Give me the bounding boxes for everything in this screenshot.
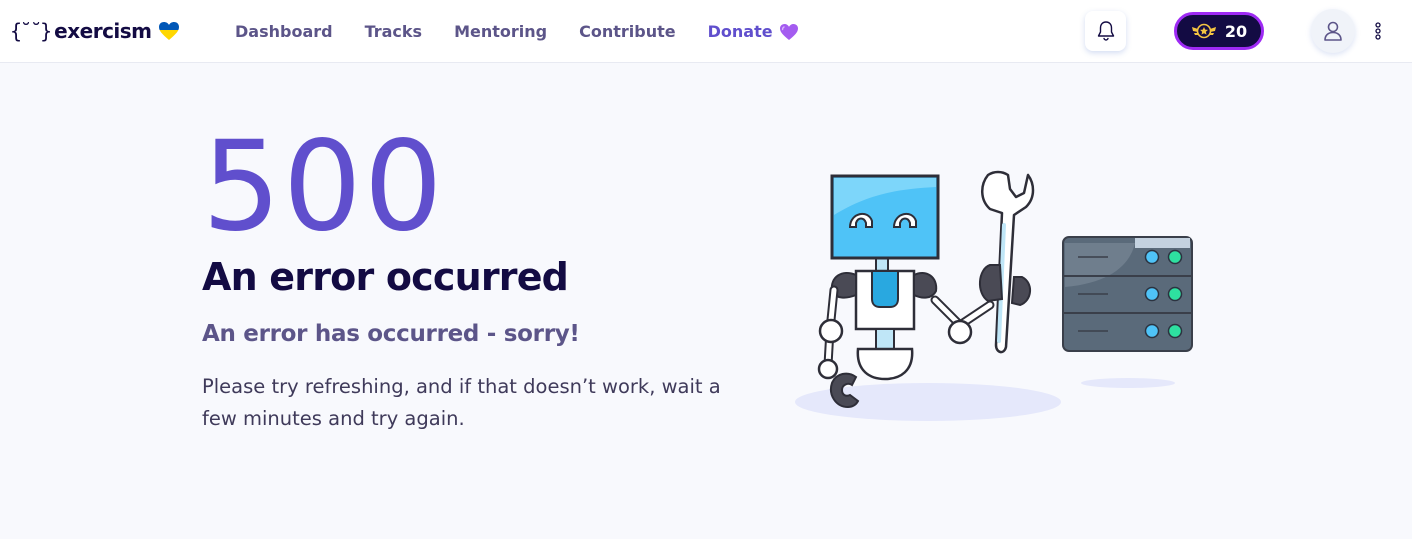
user-icon bbox=[1324, 21, 1342, 41]
error-content: 500 An error occurred An error has occur… bbox=[202, 118, 762, 435]
user-avatar-button[interactable] bbox=[1311, 9, 1355, 53]
server-shadow bbox=[1081, 378, 1175, 388]
robot-body bbox=[830, 256, 938, 381]
logo-wordmark: exercism bbox=[54, 19, 152, 43]
more-options-button[interactable] bbox=[1369, 20, 1387, 42]
error-code: 500 bbox=[202, 115, 445, 259]
nav-donate-label: Donate bbox=[707, 22, 773, 41]
error-message: Please try refreshing, and if that doesn… bbox=[202, 375, 721, 430]
ukraine-heart-icon bbox=[158, 22, 179, 40]
error-title: An error occurred bbox=[202, 255, 569, 299]
more-vertical-icon bbox=[1375, 22, 1381, 40]
nav-contribute[interactable]: Contribute bbox=[579, 22, 676, 41]
top-navigation-bar: {˘˘} exercism Dashboard Tracks Mentoring… bbox=[0, 0, 1412, 63]
server-rack-icon bbox=[1062, 236, 1193, 352]
purple-heart-icon bbox=[779, 23, 798, 40]
notifications-button[interactable] bbox=[1085, 11, 1126, 51]
main-nav: Dashboard Tracks Mentoring Contribute Do… bbox=[235, 0, 831, 63]
bell-icon bbox=[1097, 21, 1114, 41]
nav-donate[interactable]: Donate bbox=[708, 22, 799, 41]
logo-braces-icon: {˘˘} bbox=[10, 19, 52, 43]
nav-tracks[interactable]: Tracks bbox=[365, 22, 423, 41]
reputation-button[interactable]: 20 bbox=[1174, 12, 1264, 50]
nav-dashboard[interactable]: Dashboard bbox=[235, 22, 333, 41]
exercism-logo[interactable]: {˘˘} exercism bbox=[10, 14, 180, 48]
robot-head bbox=[830, 174, 940, 260]
nav-mentoring[interactable]: Mentoring bbox=[454, 22, 547, 41]
wrench-icon bbox=[981, 170, 1035, 354]
broken-robot-illustration bbox=[795, 170, 1193, 421]
reputation-badge-icon bbox=[1191, 23, 1216, 39]
reputation-count: 20 bbox=[1224, 21, 1248, 41]
error-subtitle: An error has occurred - sorry! bbox=[202, 321, 580, 347]
